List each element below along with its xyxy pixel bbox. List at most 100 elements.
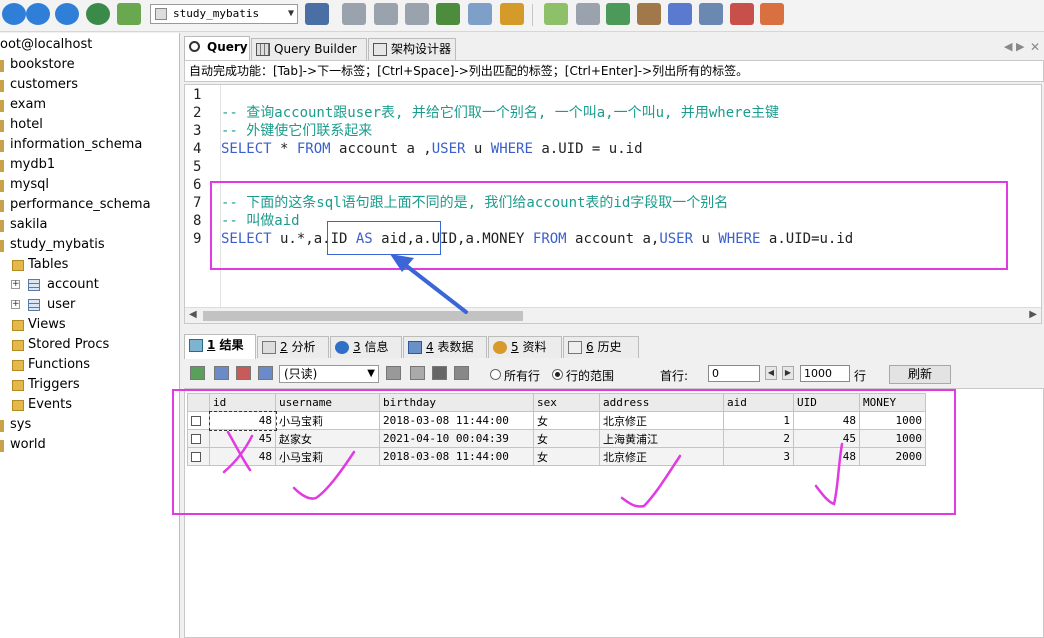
line-number: 1 <box>193 87 202 103</box>
export-icon[interactable] <box>190 366 205 380</box>
next-page-icon[interactable]: ▶ <box>782 366 794 380</box>
radio-all-rows[interactable] <box>490 369 501 380</box>
result-toolbar: (只读) ▼ 所有行 行的范围 首行: 0 ◀ ▶ 1000 行 刷新 <box>184 360 1044 386</box>
tab-label: 架构设计器 <box>391 42 452 56</box>
tab-history[interactable]: 6 历史 <box>563 336 639 358</box>
database-icon[interactable] <box>576 3 600 25</box>
expand-icon[interactable]: + <box>11 280 20 289</box>
import-icon[interactable] <box>606 3 630 25</box>
code-line-2: -- 查询account跟user表, 并给它们取一个别名, 一个叫a,一个叫u… <box>221 105 780 121</box>
tab-schema-designer[interactable]: 架构设计器 <box>368 38 456 60</box>
tab-scroll-right-icon[interactable]: ▶ <box>1016 40 1024 53</box>
tab-result[interactable]: 1 结果 <box>184 334 256 359</box>
scroll-right-icon[interactable]: ▶ <box>1029 309 1037 320</box>
chevron-down-icon: ▼ <box>367 368 375 379</box>
tab-scroll-left-icon[interactable]: ◀ <box>1004 40 1012 53</box>
home-icon[interactable] <box>86 3 110 25</box>
db-label: hotel <box>10 117 43 132</box>
chart-icon[interactable] <box>500 3 524 25</box>
first-row-input[interactable]: 0 <box>708 365 760 382</box>
table-icon <box>408 341 422 354</box>
tab-profile[interactable]: 5 资料 <box>488 336 562 358</box>
db-label: study_mybatis <box>10 237 105 252</box>
radio-all-rows-label: 所有行 <box>504 369 541 383</box>
info-icon <box>335 341 349 354</box>
tab-query-builder[interactable]: Query Builder <box>251 38 367 60</box>
refresh-button[interactable]: 刷新 <box>889 365 951 384</box>
database-select[interactable]: study_mybatis ▼ <box>150 4 298 24</box>
first-row-label: 首行: <box>660 369 689 383</box>
tab-query[interactable]: Query <box>184 36 250 61</box>
autocomplete-hint: 自动完成功能：[Tab]->下一标签；[Ctrl+Space]->列出匹配的标签… <box>184 60 1044 82</box>
delete-row-icon[interactable] <box>236 366 251 380</box>
truck-icon[interactable] <box>637 3 661 25</box>
scroll-left-icon[interactable]: ◀ <box>189 309 197 320</box>
tools-icon[interactable] <box>117 3 141 25</box>
trash-icon[interactable] <box>432 366 447 380</box>
db-add-icon[interactable] <box>342 3 366 25</box>
table-label: account <box>47 277 99 292</box>
tab-label: 分析 <box>291 340 316 354</box>
db-label: information_schema <box>10 137 143 152</box>
db-label: mydb1 <box>10 157 56 172</box>
backup-icon[interactable] <box>668 3 692 25</box>
tab-label: 资料 <box>522 340 547 354</box>
user-icon[interactable] <box>305 3 329 25</box>
tab-label: 信息 <box>364 340 389 354</box>
table-icon <box>28 279 40 291</box>
search-icon <box>189 41 200 52</box>
forward-icon[interactable] <box>55 3 79 25</box>
db-label: mysql <box>10 177 49 192</box>
prev-page-icon[interactable]: ◀ <box>765 366 777 380</box>
table-grid-icon[interactable] <box>468 3 492 25</box>
sitemap-icon[interactable] <box>760 3 784 25</box>
database-icon <box>0 180 4 192</box>
scroll-thumb[interactable] <box>203 311 523 321</box>
keyword: SELECT <box>221 141 272 157</box>
database-icon <box>0 80 4 92</box>
annotation-box-results <box>172 389 956 515</box>
screen-icon[interactable] <box>699 3 723 25</box>
tab-info[interactable]: 3 信息 <box>330 336 402 358</box>
radio-row-range[interactable] <box>552 369 563 380</box>
line-number: 5 <box>193 159 202 175</box>
db-label: customers <box>10 77 78 92</box>
database-icon <box>0 200 4 212</box>
db-label: world <box>10 437 46 452</box>
main-toolbar: study_mybatis ▼ <box>0 0 1044 32</box>
expand-icon[interactable]: + <box>11 300 20 309</box>
folder-icon <box>12 380 24 391</box>
code-text: a.UID = u.id <box>532 141 643 157</box>
tab-number: 6 <box>586 340 594 354</box>
folder-label: Views <box>28 317 66 332</box>
horizontal-scrollbar[interactable]: ◀ ▶ <box>185 307 1041 323</box>
table-icon <box>256 43 270 56</box>
back-icon[interactable] <box>26 3 50 25</box>
database-icon <box>0 220 4 232</box>
table-icon[interactable] <box>436 3 460 25</box>
grid-icon[interactable] <box>258 366 273 380</box>
profile-icon <box>493 341 507 354</box>
refresh-icon[interactable] <box>2 3 26 25</box>
tab-label: Query <box>207 40 248 54</box>
cancel-icon[interactable] <box>454 366 469 380</box>
copy-icon[interactable] <box>214 366 229 380</box>
db-label: sakila <box>10 217 48 232</box>
folder-icon <box>12 360 24 371</box>
tab-table-data[interactable]: 4 表数据 <box>403 336 487 358</box>
rows-label: 行 <box>854 369 867 383</box>
folder-label: Events <box>28 397 73 412</box>
save-icon[interactable] <box>386 366 401 380</box>
schema-icon[interactable] <box>730 3 754 25</box>
pen-icon[interactable] <box>544 3 568 25</box>
table-label: user <box>47 297 76 312</box>
tab-analysis[interactable]: 2 分析 <box>257 336 329 358</box>
folder-label: Functions <box>28 357 91 372</box>
database-icon <box>0 420 4 432</box>
mode-select[interactable]: (只读) ▼ <box>279 365 379 383</box>
close-icon[interactable]: ✕ <box>1030 40 1040 54</box>
row-count-input[interactable]: 1000 <box>800 365 850 382</box>
db-refresh-icon[interactable] <box>374 3 398 25</box>
edit-icon[interactable] <box>410 366 425 380</box>
db-remove-icon[interactable] <box>405 3 429 25</box>
